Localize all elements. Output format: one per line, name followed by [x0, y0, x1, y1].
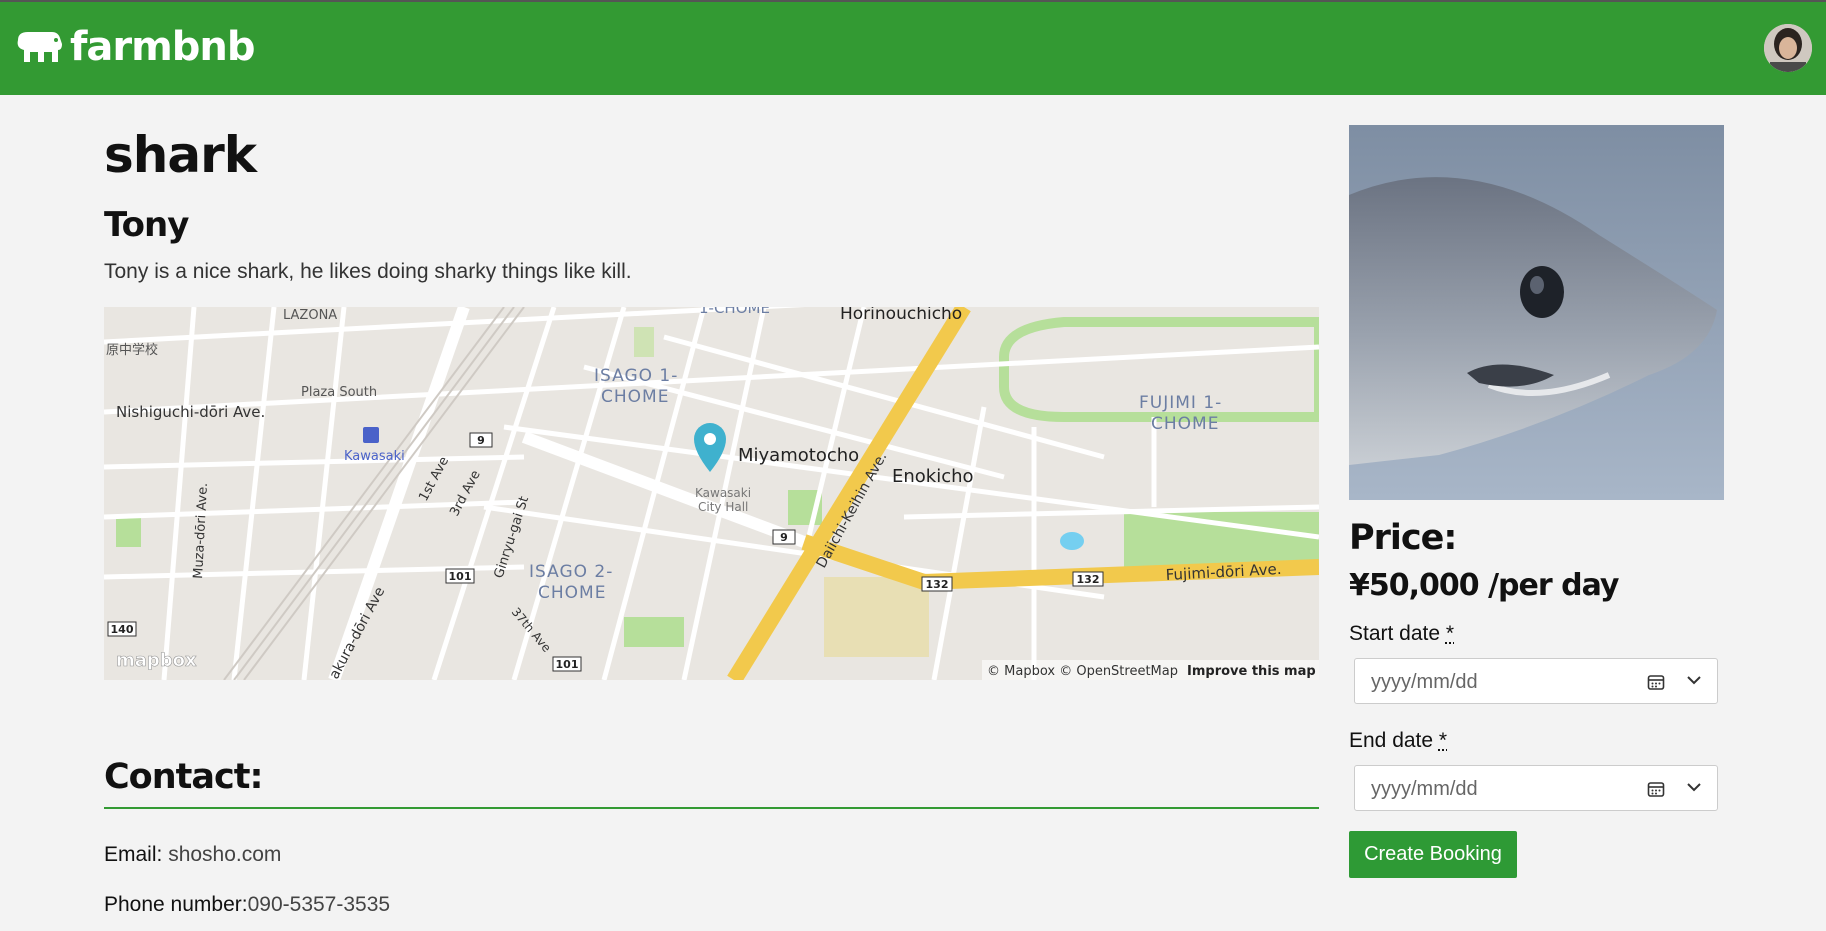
chevron-down-icon[interactable]: [1687, 675, 1701, 685]
contact-heading: Contact:: [104, 757, 263, 797]
map-label-chome-top: 1-CHOME: [699, 307, 770, 317]
listing-title: shark: [104, 126, 257, 184]
map-label-school: 原中学校: [106, 342, 158, 358]
map-label-lazona: LAZONA: [283, 308, 337, 323]
required-mark: *: [1438, 729, 1448, 752]
map-label-isago1-a: ISAGO 1-: [594, 366, 678, 386]
route-140: 140: [111, 623, 134, 636]
contact-divider: [104, 807, 1319, 809]
chevron-down-icon[interactable]: [1687, 782, 1701, 792]
mapbox-logo[interactable]: mapbox: [116, 650, 198, 672]
end-date-label-text: End date: [1349, 729, 1434, 752]
map-label-kawasaki-station: Kawasaki: [344, 449, 405, 464]
email-label: Email:: [104, 843, 163, 866]
start-date-placeholder: yyyy/mm/dd: [1371, 671, 1478, 693]
map-label-miyamotocho: Miyamotocho: [738, 445, 859, 466]
required-mark: *: [1445, 622, 1455, 645]
map-label-enokicho: Enokicho: [892, 466, 974, 487]
map-label-fujimi-a: FUJIMI 1-: [1139, 393, 1222, 413]
route-101-b: 101: [556, 658, 579, 671]
contact-email: Email: shosho.com: [104, 843, 281, 867]
price-value: ¥50,000 /per day: [1349, 568, 1619, 603]
location-map[interactable]: 9 9 101 101 132 132 140 LAZONA 原中学校 Plaz…: [104, 307, 1319, 680]
train-station-icon: [363, 427, 379, 443]
end-date-label: End date *: [1349, 729, 1447, 753]
map-label-cityhall-2: City Hall: [698, 500, 748, 514]
route-132-b: 132: [1077, 573, 1100, 586]
map-label-fujimi-b: CHOME: [1151, 414, 1219, 434]
calendar-icon[interactable]: [1647, 673, 1665, 691]
brand-name: farmbnb: [70, 24, 256, 70]
cow-icon: [17, 32, 63, 62]
brand-logo[interactable]: farmbnb: [14, 24, 256, 70]
price-heading: Price:: [1349, 518, 1457, 558]
route-9-a: 9: [477, 434, 485, 447]
email-value: shosho.com: [168, 843, 282, 866]
contact-phone: Phone number:090-5357-3535: [104, 893, 390, 917]
route-9-b: 9: [780, 531, 788, 544]
end-date-input[interactable]: yyyy/mm/dd: [1354, 765, 1718, 811]
start-date-input[interactable]: yyyy/mm/dd: [1354, 658, 1718, 704]
map-label-isago1-b: CHOME: [601, 387, 669, 407]
create-booking-button[interactable]: Create Booking: [1349, 831, 1517, 878]
improve-map-link[interactable]: Improve this map: [1187, 664, 1316, 679]
end-date-placeholder: yyyy/mm/dd: [1371, 778, 1478, 800]
map-label-isago2-a: ISAGO 2-: [529, 562, 613, 582]
map-label-horinouchicho: Horinouchicho: [840, 307, 962, 324]
map-label-plaza: Plaza South: [301, 385, 377, 400]
avatar[interactable]: [1764, 24, 1812, 72]
listing-description: Tony is a nice shark, he likes doing sha…: [104, 260, 632, 283]
start-date-label-text: Start date: [1349, 622, 1441, 645]
listing-photo: [1349, 125, 1724, 500]
start-date-label: Start date *: [1349, 622, 1454, 646]
map-label-nishiguchi: Nishiguchi-dōri Ave.: [116, 403, 265, 421]
phone-value: 090-5357-3535: [247, 893, 391, 916]
phone-label: Phone number:: [104, 893, 248, 916]
route-132-a: 132: [926, 578, 949, 591]
map-attribution[interactable]: © Mapbox © OpenStreetMap: [987, 664, 1178, 679]
calendar-icon[interactable]: [1647, 780, 1665, 798]
route-101-a: 101: [449, 570, 472, 583]
owner-name: Tony: [104, 205, 189, 245]
map-label-cityhall-1: Kawasaki: [695, 486, 751, 500]
navbar: farmbnb: [0, 0, 1826, 95]
map-label-isago2-b: CHOME: [538, 583, 606, 603]
